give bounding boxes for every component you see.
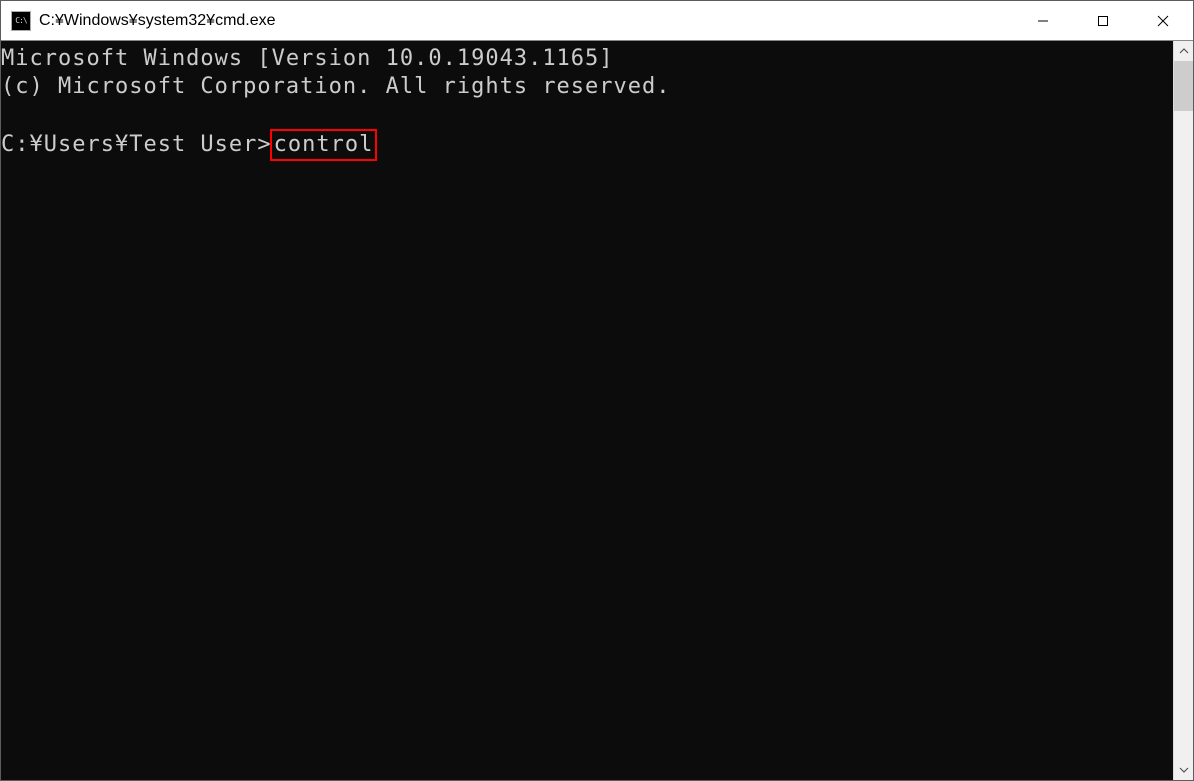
scroll-thumb[interactable]	[1174, 61, 1193, 111]
window-controls	[1013, 1, 1193, 40]
chevron-up-icon	[1179, 46, 1189, 56]
minimize-icon	[1037, 15, 1049, 27]
terminal-output[interactable]: Microsoft Windows [Version 10.0.19043.11…	[1, 41, 1173, 780]
window-title: C:¥Windows¥system32¥cmd.exe	[39, 12, 1013, 30]
vertical-scrollbar[interactable]	[1173, 41, 1193, 780]
command-highlight: control	[270, 129, 378, 161]
scroll-track[interactable]	[1174, 61, 1193, 760]
cmd-window: C:\ C:¥Windows¥system32¥cmd.exe Microsof…	[0, 0, 1194, 781]
titlebar[interactable]: C:\ C:¥Windows¥system32¥cmd.exe	[1, 1, 1193, 41]
cmd-icon: C:\	[11, 11, 31, 31]
scroll-up-arrow-icon[interactable]	[1174, 41, 1193, 61]
maximize-button[interactable]	[1073, 1, 1133, 40]
version-line: Microsoft Windows [Version 10.0.19043.11…	[1, 46, 614, 71]
close-icon	[1157, 15, 1169, 27]
scroll-down-arrow-icon[interactable]	[1174, 760, 1193, 780]
copyright-line: (c) Microsoft Corporation. All rights re…	[1, 74, 671, 99]
maximize-icon	[1097, 15, 1109, 27]
minimize-button[interactable]	[1013, 1, 1073, 40]
chevron-down-icon	[1179, 765, 1189, 775]
prompt-text: C:¥Users¥Test User>	[1, 132, 272, 157]
typed-command: control	[274, 132, 374, 157]
close-button[interactable]	[1133, 1, 1193, 40]
client-area: Microsoft Windows [Version 10.0.19043.11…	[1, 41, 1193, 780]
